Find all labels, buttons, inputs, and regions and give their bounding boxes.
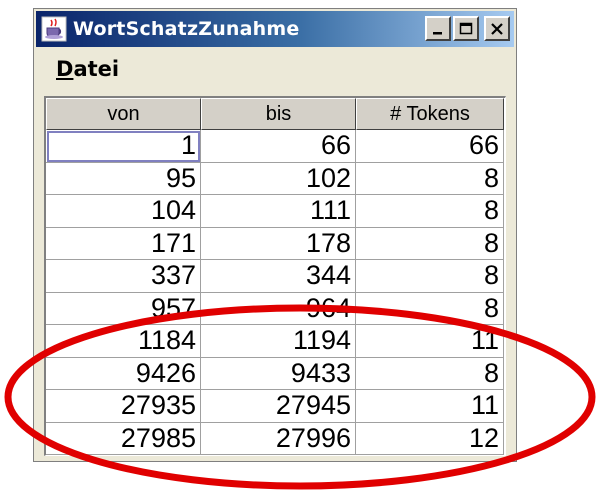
table-row[interactable]: 337 344 8 xyxy=(46,260,505,293)
close-button[interactable] xyxy=(484,16,510,41)
table-row[interactable]: 957 964 8 xyxy=(46,292,505,325)
table-cell[interactable]: 102 xyxy=(201,162,356,195)
table-row[interactable]: 171 178 8 xyxy=(46,227,505,260)
data-table[interactable]: von bis # Tokens 1 66 66 95 102 8 104 111 8 171 178 8… xyxy=(44,96,506,456)
table-row[interactable]: 27985 27996 12 xyxy=(46,422,505,455)
table-cell[interactable]: 27945 xyxy=(201,390,356,423)
minimize-icon xyxy=(433,31,442,34)
close-icon xyxy=(491,22,503,35)
table-header: von bis # Tokens xyxy=(46,98,505,130)
table-cell[interactable]: 8 xyxy=(356,162,504,195)
table-row[interactable]: 1 66 66 xyxy=(46,130,505,163)
table-cell[interactable]: 27996 xyxy=(201,422,356,455)
table-cell[interactable]: 27935 xyxy=(46,390,201,423)
column-header[interactable]: von xyxy=(46,98,201,130)
menu-bar: Datei xyxy=(36,53,514,85)
maximize-icon xyxy=(459,22,473,34)
table-cell[interactable]: 8 xyxy=(356,260,504,293)
column-header[interactable]: # Tokens xyxy=(356,98,504,130)
table-cell[interactable]: 178 xyxy=(201,227,356,260)
maximize-button[interactable] xyxy=(453,16,479,41)
table-cell[interactable]: 1194 xyxy=(201,325,356,358)
table-row[interactable]: 95 102 8 xyxy=(46,162,505,195)
table-cell[interactable]: 171 xyxy=(46,227,201,260)
minimize-button[interactable] xyxy=(425,16,451,41)
table-cell[interactable]: 111 xyxy=(201,195,356,228)
table-cell[interactable]: 11 xyxy=(356,325,504,358)
table-cell[interactable]: 8 xyxy=(356,292,504,325)
table-cell[interactable]: 337 xyxy=(46,260,201,293)
java-cup-icon xyxy=(41,16,67,42)
table-cell[interactable]: 1184 xyxy=(46,325,201,358)
table-cell[interactable]: 95 xyxy=(46,162,201,195)
table-row[interactable]: 104 111 8 xyxy=(46,195,505,228)
table-cell[interactable]: 11 xyxy=(356,390,504,423)
table-row[interactable]: 9426 9433 8 xyxy=(46,357,505,390)
table-cell[interactable]: 66 xyxy=(356,130,504,163)
table-cell[interactable]: 104 xyxy=(46,195,201,228)
table-cell[interactable]: 9426 xyxy=(46,357,201,390)
table-cell[interactable]: 1 xyxy=(46,130,201,163)
table-cell[interactable]: 27985 xyxy=(46,422,201,455)
table-cell[interactable]: 8 xyxy=(356,357,504,390)
window-title: WortSchatzZunahme xyxy=(73,18,300,40)
table-cell[interactable]: 344 xyxy=(201,260,356,293)
table-row[interactable]: 1184 1194 11 xyxy=(46,325,505,358)
table-cell[interactable]: 957 xyxy=(46,292,201,325)
column-header[interactable]: bis xyxy=(201,98,356,130)
table-body: 1 66 66 95 102 8 104 111 8 171 178 8 337 344 8 957 964 8 1… xyxy=(46,130,505,455)
table-cell[interactable]: 12 xyxy=(356,422,504,455)
menu-datei[interactable]: Datei xyxy=(56,57,119,81)
table-cell[interactable]: 66 xyxy=(201,130,356,163)
table-row[interactable]: 27935 27945 11 xyxy=(46,390,505,423)
table-cell[interactable]: 9433 xyxy=(201,357,356,390)
app-window: WortSchatzZunahme Datei von bis # Tokens 1… xyxy=(33,8,517,462)
table-cell[interactable]: 8 xyxy=(356,227,504,260)
table-cell[interactable]: 8 xyxy=(356,195,504,228)
table-cell[interactable]: 964 xyxy=(201,292,356,325)
title-bar[interactable]: WortSchatzZunahme xyxy=(36,11,514,47)
